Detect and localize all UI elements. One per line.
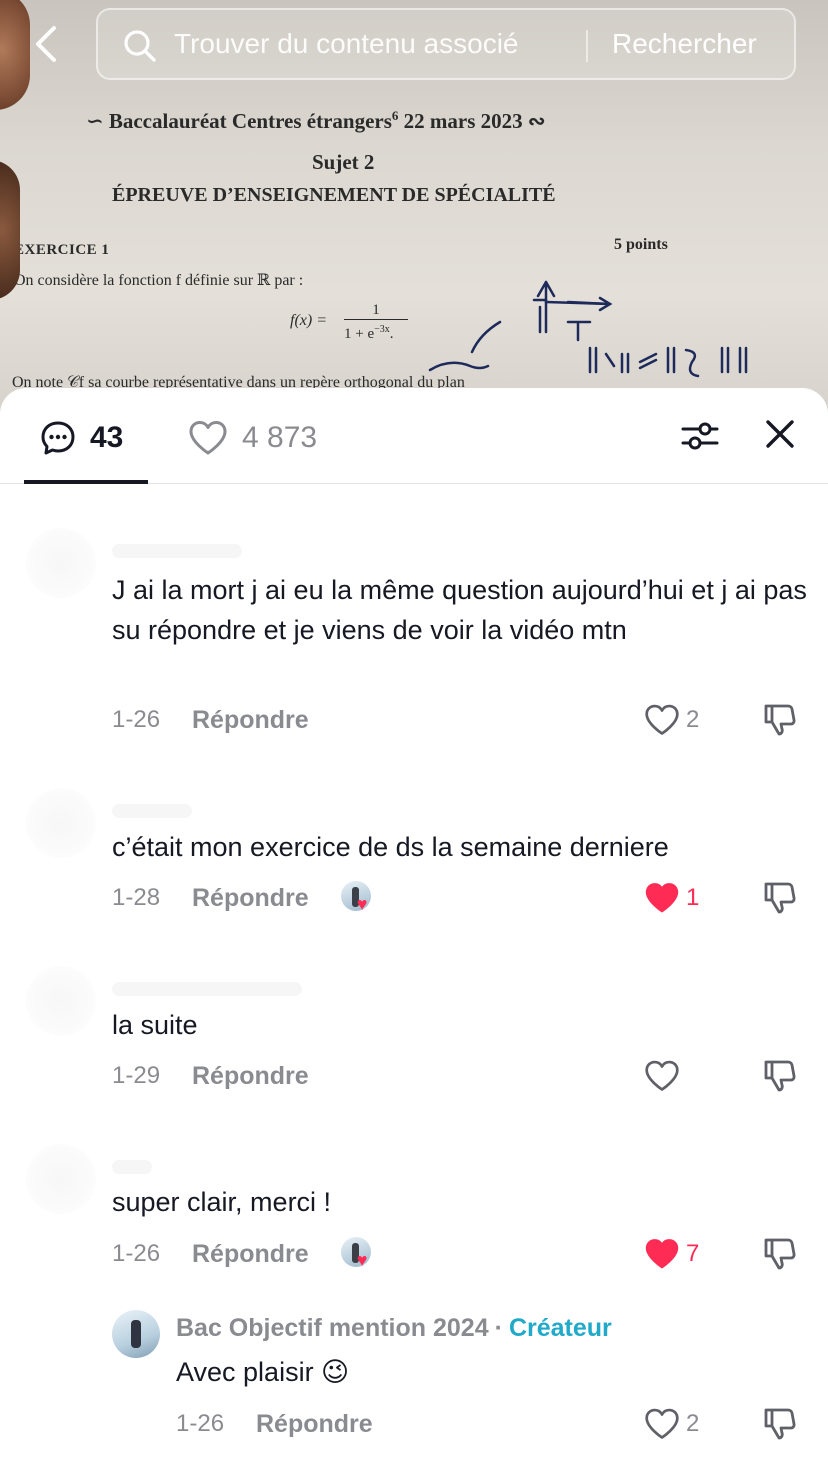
comment-author[interactable]: [112, 982, 302, 996]
close-button[interactable]: [762, 414, 798, 454]
reply-like-button[interactable]: 2: [644, 1404, 699, 1444]
creator-liked-badge: ♥: [340, 881, 375, 915]
comment-text: super clair, merci !: [112, 1187, 332, 1217]
comment-meta: 1-28 Répondre ♥: [112, 881, 375, 915]
heart-filled-icon: ♥: [356, 1250, 368, 1270]
back-button[interactable]: [28, 22, 68, 66]
thumbs-down-icon: [764, 704, 796, 736]
paper-line1: On considère la fonction f définie sur ℝ…: [14, 272, 304, 289]
reply-like-count: 2: [686, 1410, 700, 1437]
search-input[interactable]: Trouver du contenu associé: [174, 28, 519, 60]
comments-panel: 43 4 873 J ai la mort j ai eu la même qu…: [0, 388, 828, 1463]
comment-like-button[interactable]: 7: [644, 1234, 699, 1274]
reply-button[interactable]: Répondre: [256, 1410, 373, 1439]
search-bar[interactable]: Trouver du contenu associé Rechercher: [96, 8, 796, 80]
paper-formula: f(x) =: [290, 312, 327, 329]
comment-author[interactable]: [112, 804, 192, 818]
paper-header: ∽ Baccalauréat Centres étrangers6 22 mar…: [86, 108, 546, 133]
avatar[interactable]: [26, 528, 96, 598]
comment-text: c’était mon exercice de ds la semaine de…: [112, 832, 669, 862]
heart-filled-icon: ♥: [356, 894, 368, 914]
comment-date: 1-29: [112, 1062, 161, 1089]
thumbs-down-icon: [764, 1238, 796, 1270]
comment-like-count: 1: [686, 884, 700, 911]
dislike-button[interactable]: [762, 1406, 798, 1442]
comment-meta: 1-29 Répondre: [112, 1059, 309, 1093]
thumbs-down-icon: [764, 882, 796, 914]
paper-points: 5 points: [614, 236, 668, 253]
comment-count: 43: [90, 421, 124, 454]
reply-date: 1-26: [176, 1410, 225, 1437]
paper-title: ÉPREUVE D’ENSEIGNEMENT DE SPÉCIALITÉ: [112, 184, 556, 206]
comment-meta: 1-26 Répondre ♥: [112, 1237, 375, 1271]
reply-button[interactable]: Répondre: [192, 884, 309, 913]
tab-likes[interactable]: 4 873: [188, 416, 317, 460]
comment-like-button[interactable]: 2: [644, 700, 699, 740]
heart-outline-icon: [645, 1060, 679, 1091]
chevron-left-icon: [36, 26, 56, 62]
thumbs-down-icon: [764, 1408, 796, 1440]
comment-like-button[interactable]: [644, 1056, 680, 1096]
paper-exercise: EXERCICE 1: [14, 242, 110, 258]
heart-filled-icon: [645, 1239, 679, 1269]
search-button[interactable]: Rechercher: [612, 28, 757, 60]
heart-outline-icon: [645, 1408, 679, 1439]
reply-button[interactable]: Répondre: [192, 1240, 309, 1269]
comments-tabs: 43 4 873: [0, 388, 828, 484]
active-tab-indicator: [24, 480, 148, 484]
comment-like-button[interactable]: 1: [644, 878, 699, 918]
reply-button[interactable]: Répondre: [192, 1062, 309, 1091]
paper-subject: Sujet 2: [312, 150, 375, 174]
comment-meta: 1-26 Répondre: [112, 703, 309, 737]
comment-like-count: 2: [686, 706, 700, 733]
tab-comments[interactable]: 43: [40, 416, 123, 460]
search-icon: [124, 30, 156, 62]
dislike-button[interactable]: [762, 1058, 798, 1094]
thumbs-down-icon: [764, 1060, 796, 1092]
comment-date: 1-26: [112, 1240, 161, 1267]
heart-outline-icon: [645, 704, 679, 735]
comment-text: J ai la mort j ai eu la même question au…: [112, 575, 807, 645]
comment-date: 1-26: [112, 706, 161, 733]
paper-formula-num: 1: [344, 302, 408, 320]
creator-liked-badge: ♥: [340, 1237, 375, 1271]
handwritten-vectors: [428, 280, 748, 378]
dislike-button[interactable]: [762, 1236, 798, 1272]
like-count: 4 873: [242, 421, 318, 454]
reply-button[interactable]: Répondre: [192, 706, 309, 735]
sliders-icon: [681, 422, 719, 450]
comment-icon: [41, 421, 75, 455]
finger-left-bottom: [0, 160, 20, 300]
avatar[interactable]: [26, 788, 96, 858]
dislike-button[interactable]: [762, 702, 798, 738]
reply-meta: 1-26 Répondre: [176, 1407, 373, 1441]
comment-author[interactable]: [112, 544, 242, 558]
reply-text: Avec plaisir 😉: [176, 1357, 350, 1387]
reply-author[interactable]: Bac Objectif mention 2024 · Créateur: [176, 1314, 612, 1343]
creator-avatar[interactable]: [112, 1310, 160, 1358]
comment-author[interactable]: [112, 1160, 152, 1174]
comment-date: 1-28: [112, 884, 161, 911]
comment-like-count: 7: [686, 1240, 700, 1267]
creator-badge: Créateur: [508, 1314, 612, 1342]
dislike-button[interactable]: [762, 880, 798, 916]
close-icon: [766, 420, 794, 448]
heart-outline-icon: [189, 421, 227, 455]
comment-text: la suite: [112, 1010, 198, 1040]
avatar[interactable]: [26, 966, 96, 1036]
search-divider: [586, 30, 588, 62]
filter-button[interactable]: [680, 416, 720, 456]
avatar[interactable]: [26, 1144, 96, 1214]
paper-formula-den: 1 + e−3x.: [344, 324, 394, 342]
heart-filled-icon: [645, 883, 679, 913]
